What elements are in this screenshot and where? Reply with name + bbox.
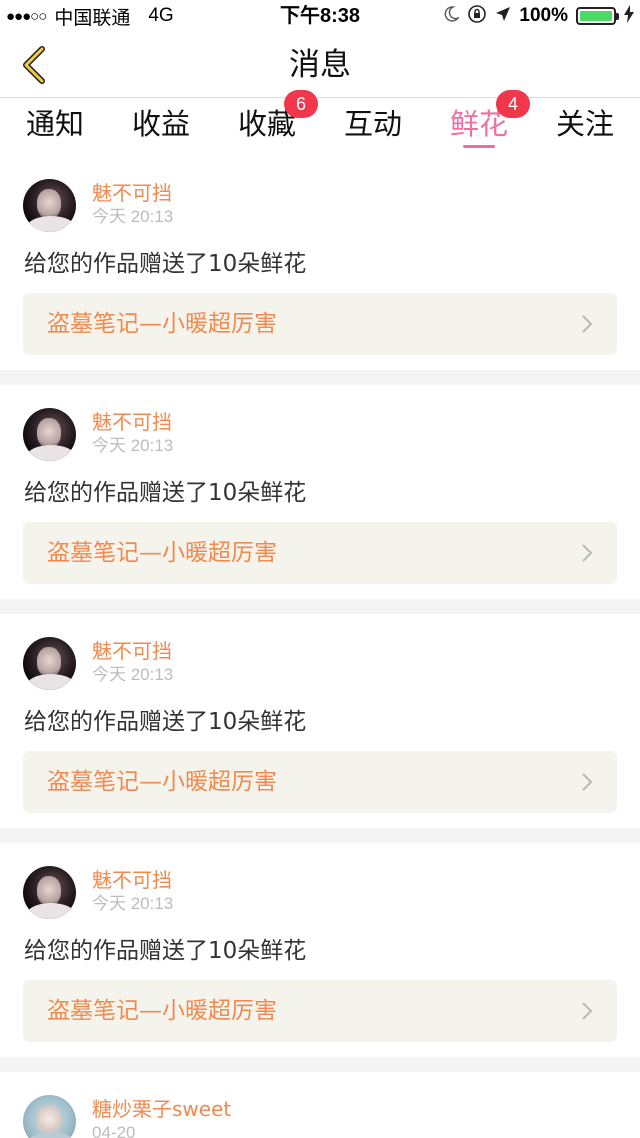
work-title: 盗墓笔记—小暖超厉害 — [47, 998, 277, 1024]
location-arrow-icon — [495, 6, 511, 27]
username[interactable]: 魅不可挡 — [92, 867, 172, 893]
navigation-bar: 消息 — [0, 32, 640, 98]
chevron-right-icon — [582, 773, 593, 791]
rotation-lock-icon — [467, 4, 487, 29]
chevron-right-icon — [582, 1002, 593, 1020]
tab-label: 通知 — [25, 107, 84, 141]
bolt-icon — [624, 4, 634, 28]
chevron-right-icon — [582, 544, 593, 562]
status-bar: ●●●○○ 中国联通 4G 下午8:38 100% — [0, 0, 640, 32]
battery-icon — [576, 7, 619, 25]
notification-item: 魅不可挡 今天 20:13 给您的作品赠送了10朵鲜花 盗墓笔记—小暖超厉害 — [0, 614, 640, 828]
tab-label: 收益 — [131, 107, 190, 141]
tab-favorites[interactable]: 收藏 6 — [214, 90, 320, 156]
back-button[interactable] — [10, 40, 60, 90]
category-tabs: 通知 收益 收藏 6 互动 鲜花 4 关注 — [0, 90, 640, 156]
timestamp: 今天 20:13 — [92, 436, 174, 455]
work-link-button[interactable]: 盗墓笔记—小暖超厉害 — [23, 980, 617, 1042]
message-text: 给您的作品赠送了10朵鲜花 — [24, 938, 307, 964]
avatar[interactable] — [23, 1095, 76, 1138]
unread-badge: 6 — [284, 90, 318, 118]
username[interactable]: 魅不可挡 — [92, 180, 172, 206]
notification-item: 魅不可挡 今天 20:13 给您的作品赠送了10朵鲜花 盗墓笔记—小暖超厉害 — [0, 156, 640, 370]
work-title: 盗墓笔记—小暖超厉害 — [47, 311, 277, 337]
tab-interactions[interactable]: 互动 — [320, 98, 426, 156]
username[interactable]: 糖炒栗子sweet — [92, 1096, 231, 1122]
username[interactable]: 魅不可挡 — [92, 638, 172, 664]
tab-label: 互动 — [343, 107, 402, 141]
message-text: 给您的作品赠送了10朵鲜花 — [24, 709, 307, 735]
unread-badge: 4 — [496, 90, 530, 118]
active-tab-indicator — [463, 145, 495, 148]
tab-notice[interactable]: 通知 — [2, 98, 108, 156]
timestamp: 今天 20:13 — [92, 207, 174, 226]
work-link-button[interactable]: 盗墓笔记—小暖超厉害 — [23, 293, 617, 355]
notification-list: 魅不可挡 今天 20:13 给您的作品赠送了10朵鲜花 盗墓笔记—小暖超厉害 魅… — [0, 156, 640, 1138]
tab-following[interactable]: 关注 — [532, 98, 638, 156]
tab-earnings[interactable]: 收益 — [108, 98, 214, 156]
page-title: 消息 — [289, 47, 351, 83]
avatar[interactable] — [23, 408, 76, 461]
signal-strength-icon: ●●●○○ — [6, 7, 47, 25]
timestamp: 今天 20:13 — [92, 894, 174, 913]
work-link-button[interactable]: 盗墓笔记—小暖超厉害 — [23, 522, 617, 584]
notification-item: 魅不可挡 今天 20:13 给您的作品赠送了10朵鲜花 盗墓笔记—小暖超厉害 — [0, 843, 640, 1057]
tab-label: 关注 — [555, 107, 614, 141]
battery-percentage: 100% — [519, 5, 568, 26]
battery-level — [580, 11, 612, 21]
timestamp: 04-20 — [92, 1123, 136, 1138]
work-title: 盗墓笔记—小暖超厉害 — [47, 769, 277, 795]
tab-flowers[interactable]: 鲜花 4 — [426, 90, 532, 156]
carrier-name: 中国联通 — [54, 7, 131, 29]
avatar[interactable] — [23, 637, 76, 690]
notification-item: 魅不可挡 今天 20:13 给您的作品赠送了10朵鲜花 盗墓笔记—小暖超厉害 — [0, 385, 640, 599]
avatar[interactable] — [23, 179, 76, 232]
chevron-left-icon — [23, 46, 45, 84]
notification-item: 糖炒栗子sweet 04-20 — [0, 1072, 640, 1138]
chevron-right-icon — [582, 315, 593, 333]
timestamp: 今天 20:13 — [92, 665, 174, 684]
work-title: 盗墓笔记—小暖超厉害 — [47, 540, 277, 566]
avatar[interactable] — [23, 866, 76, 919]
network-type: 4G — [148, 5, 174, 26]
work-link-button[interactable]: 盗墓笔记—小暖超厉害 — [23, 751, 617, 813]
username[interactable]: 魅不可挡 — [92, 409, 172, 435]
message-text: 给您的作品赠送了10朵鲜花 — [24, 480, 307, 506]
moon-icon — [443, 5, 461, 27]
message-text: 给您的作品赠送了10朵鲜花 — [24, 251, 307, 277]
